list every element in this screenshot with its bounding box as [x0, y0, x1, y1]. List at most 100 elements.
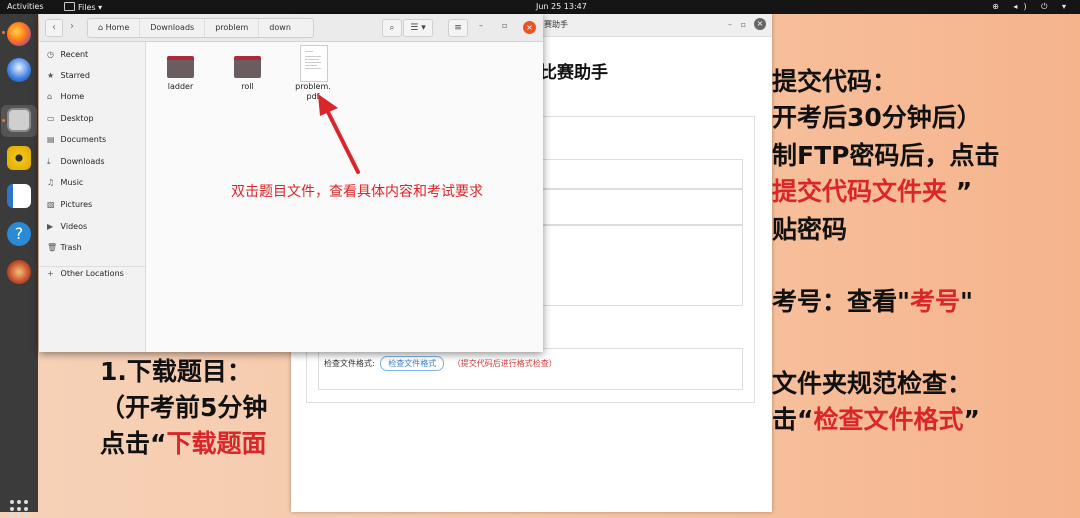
folder-item-ladder[interactable]: ladder: [167, 56, 194, 91]
folder-icon: [64, 2, 75, 11]
sidebar-item-home[interactable]: ⌂ Home: [47, 92, 84, 101]
download-icon: ⤓: [47, 157, 51, 166]
highlight-text: 下载题面: [166, 429, 267, 458]
sidebar-item-videos[interactable]: ▶ Videos: [47, 222, 87, 231]
sidebar-item-label: Documents: [60, 135, 107, 144]
minimize-icon[interactable]: –: [728, 20, 732, 29]
dock: ?: [0, 14, 38, 518]
pdf-file-icon[interactable]: [300, 45, 328, 82]
breadcrumb-downloads[interactable]: Downloads: [140, 19, 206, 37]
sidebar-item-pictures[interactable]: ▧ Pictures: [47, 200, 92, 209]
page-title: 比赛助手: [540, 63, 608, 83]
sidebar-item-desktop[interactable]: ▭ Desktop: [47, 114, 94, 123]
instruction-submit-line4: 提交代码文件夹 ”: [772, 174, 972, 210]
instruction-check-title: 文件夹规范检查：: [772, 369, 973, 398]
sidebar-item-other-locations[interactable]: + Other Locations: [47, 269, 124, 278]
menu-icon[interactable]: ≡: [448, 19, 468, 37]
folder-label: ladder: [167, 82, 194, 91]
sidebar-item-music[interactable]: ♫ Music: [47, 178, 83, 187]
show-apps-icon[interactable]: [10, 500, 28, 518]
minimize-icon[interactable]: –: [479, 21, 483, 30]
instruction-submit-line5: 贴密码: [772, 215, 848, 244]
picture-icon: ▧: [47, 200, 55, 209]
search-icon[interactable]: ⌕: [382, 19, 402, 37]
check-format-button[interactable]: 检查文件格式: [380, 356, 445, 371]
places-sidebar: ◷ Recent ★ Starred ⌂ Home ▭ Desktop ▤ Do…: [39, 42, 146, 352]
help-icon[interactable]: ?: [7, 222, 31, 246]
app-menu-label: Files ▾: [78, 3, 103, 12]
home-icon: ⌂: [98, 23, 106, 32]
file-manager-headerbar: ‹ › ⌂ Home Downloads problem down ⌕ ☰ ▾ …: [39, 14, 543, 42]
sidebar-item-label: Home: [60, 92, 85, 101]
quote-mark: ”: [955, 177, 973, 206]
document-icon: ▤: [47, 135, 55, 144]
thunderbird-icon[interactable]: [7, 58, 31, 82]
text-suffix: ": [960, 287, 974, 316]
sidebar-item-recent[interactable]: ◷ Recent: [47, 50, 88, 59]
sidebar-item-label: Trash: [60, 243, 82, 252]
app-menu[interactable]: Files ▾: [64, 2, 102, 12]
plus-icon: +: [47, 269, 54, 278]
instruction-check-line2: 击“检查文件格式”: [772, 402, 980, 438]
firefox-icon[interactable]: [7, 22, 31, 46]
running-indicator: [2, 119, 5, 122]
text-prefix: 考号：查看": [772, 287, 911, 316]
forward-button[interactable]: ›: [64, 19, 80, 35]
instruction-submit-line2: 开考后30分钟后）: [772, 103, 982, 132]
desktop-icon: ▭: [47, 114, 55, 123]
breadcrumb-label: Home: [105, 23, 130, 32]
sidebar-item-documents[interactable]: ▤ Documents: [47, 135, 106, 144]
sidebar-item-label: Videos: [60, 222, 88, 231]
view-options-icon[interactable]: ☰ ▾: [403, 19, 433, 37]
breadcrumb-down[interactable]: down: [259, 19, 313, 37]
sidebar-item-label: Recent: [60, 50, 89, 59]
instruction-download-line2: （开考前5分钟: [100, 393, 268, 422]
writer-icon[interactable]: [7, 184, 31, 208]
running-indicator: [2, 31, 5, 34]
activities-button[interactable]: Activities: [7, 2, 44, 11]
folder-icon: [234, 56, 261, 78]
maximize-icon[interactable]: ▫: [502, 21, 507, 30]
sidebar-item-downloads[interactable]: ⤓ Downloads: [47, 157, 104, 167]
sidebar-item-label: Desktop: [60, 114, 94, 123]
files-icon[interactable]: [7, 108, 31, 132]
sidebar-item-starred[interactable]: ★ Starred: [47, 71, 90, 80]
clock[interactable]: Jun 25 13:47: [536, 2, 587, 11]
sidebar-item-label: Downloads: [60, 157, 105, 166]
breadcrumb-home[interactable]: ⌂ Home: [88, 19, 141, 37]
check-format-label: 检查文件格式:: [324, 359, 375, 368]
folder-label: roll: [241, 82, 254, 91]
folder-icon: [167, 56, 194, 78]
sidebar-item-label: Starred: [60, 71, 90, 80]
text-prefix: 击“: [772, 405, 814, 434]
star-icon: ★: [47, 71, 55, 80]
instruction-download-title: 1.下载题目：: [100, 357, 252, 386]
system-tray[interactable]: ⊕ ◂) ⏻ ▾: [992, 2, 1072, 12]
text-prefix: 点击“: [100, 429, 167, 458]
instruction-submit-line3: 制FTP密码后，点击: [772, 141, 1000, 170]
top-bar: Activities Files ▾ Jun 25 13:47 ⊕ ◂) ⏻ ▾: [0, 0, 1080, 14]
highlight-text: 提交代码文件夹: [772, 177, 948, 206]
sidebar-divider: [39, 266, 145, 267]
breadcrumb-problem[interactable]: problem: [205, 19, 260, 37]
rhythmbox-icon[interactable]: [7, 146, 31, 170]
highlight-text: 检查文件格式: [813, 405, 964, 434]
instruction-exam-number: 考号：查看"考号": [772, 284, 973, 320]
check-format-row: 检查文件格式: 检查文件格式 （提交代码后进行格式检查）: [324, 356, 557, 371]
close-icon[interactable]: ×: [754, 18, 766, 30]
check-format-hint: （提交代码后进行格式检查）: [452, 359, 557, 368]
close-icon[interactable]: ×: [523, 21, 536, 34]
folder-item-roll[interactable]: roll: [234, 56, 261, 91]
app-icon[interactable]: [7, 260, 31, 284]
clock-icon: ◷: [47, 50, 54, 59]
maximize-icon[interactable]: ▫: [741, 20, 746, 29]
sidebar-item-label: Music: [60, 178, 84, 187]
breadcrumb: ⌂ Home Downloads problem down: [87, 18, 314, 38]
music-icon: ♫: [47, 178, 55, 187]
instruction-download-line3: 点击“下载题面: [100, 426, 266, 462]
sidebar-item-trash[interactable]: 🗑 Trash: [47, 243, 82, 252]
trash-icon: 🗑: [47, 243, 58, 252]
back-button[interactable]: ‹: [45, 19, 63, 37]
instruction-submit-title: 提交代码：: [772, 67, 898, 96]
annotation-arrow-icon: [318, 94, 360, 174]
